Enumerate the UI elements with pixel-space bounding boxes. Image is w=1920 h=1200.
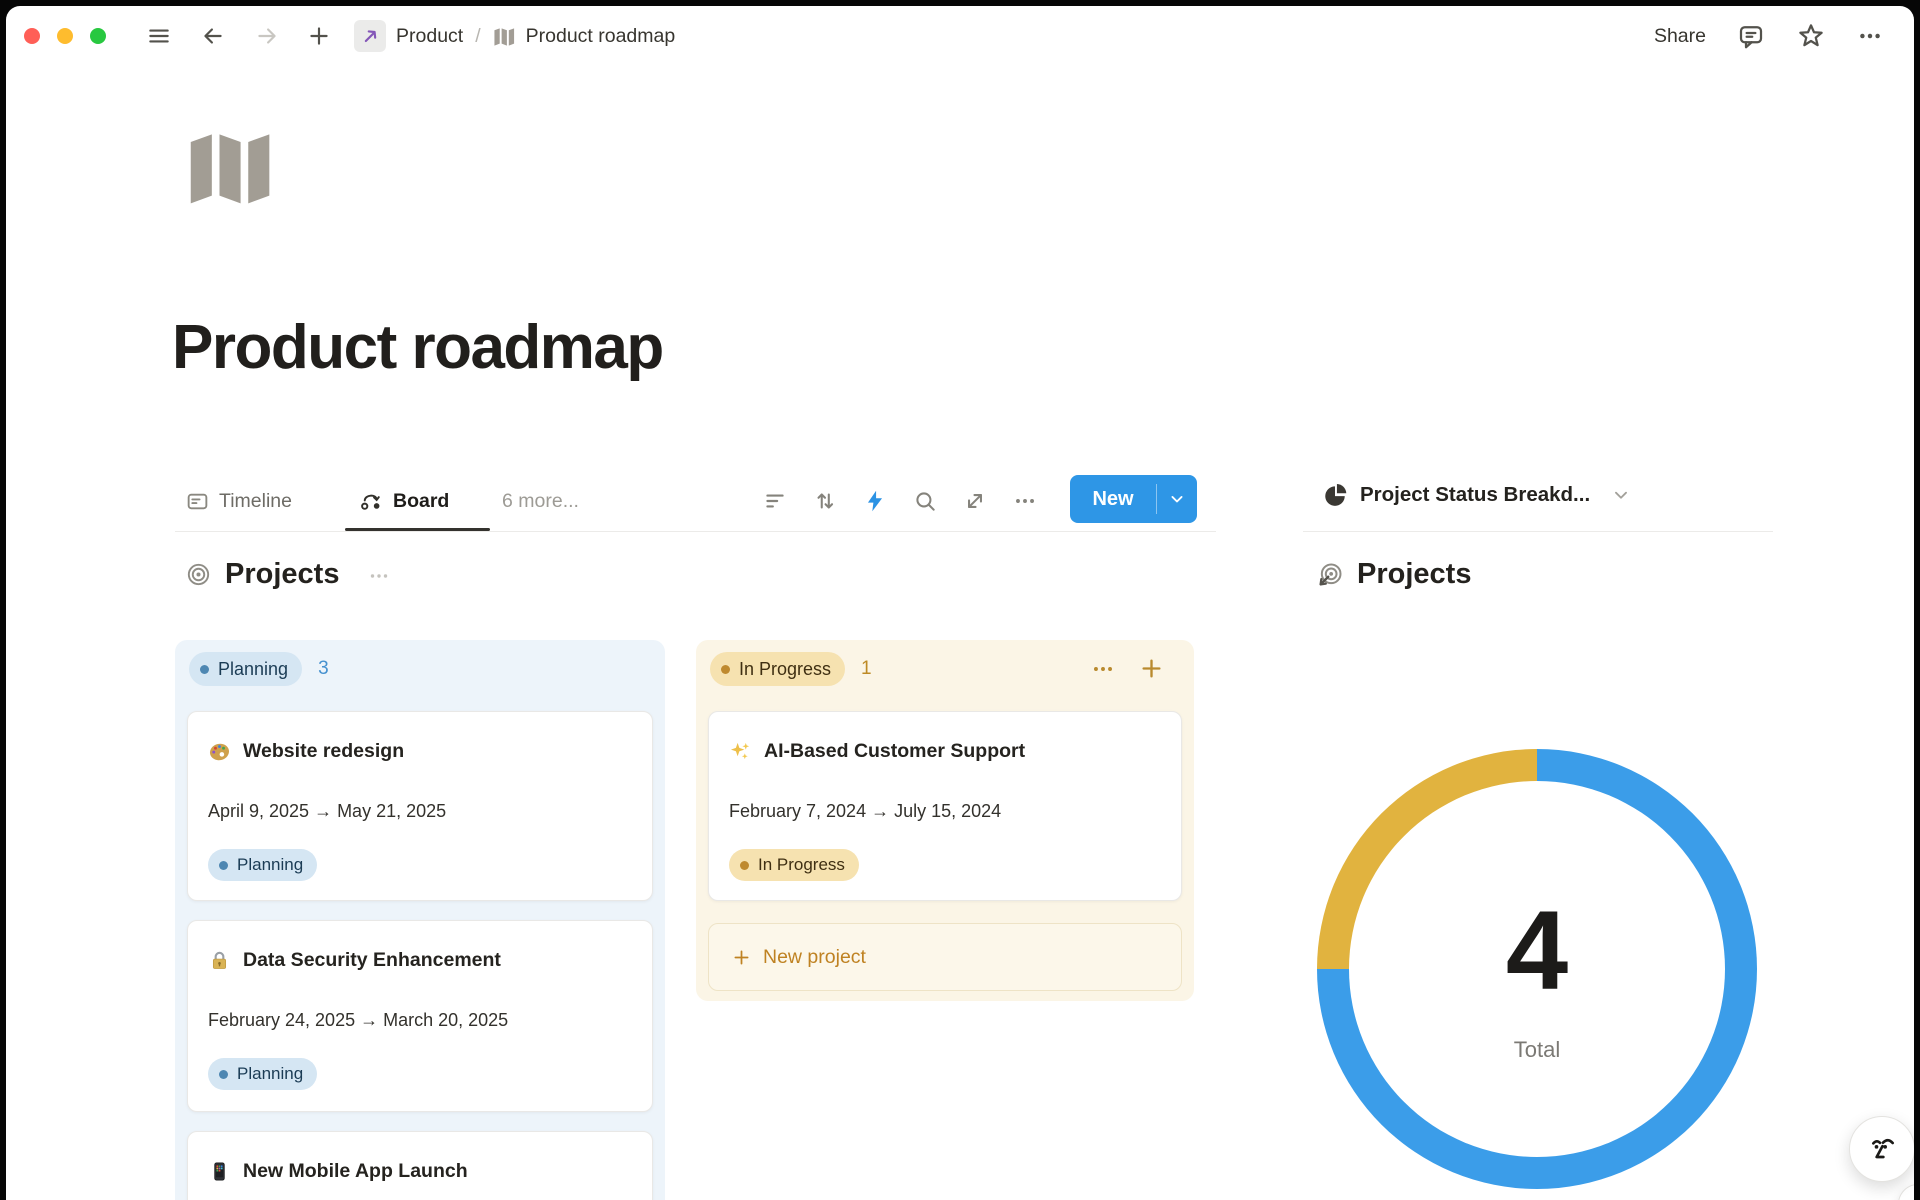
card-dates: April 9, 2025 → May 21, 2025	[208, 800, 632, 822]
card-mobile-app[interactable]: New Mobile App Launch May 1, 2025 → May …	[187, 1131, 653, 1200]
share-button[interactable]: Share	[1654, 25, 1706, 48]
new-button[interactable]: New	[1070, 475, 1197, 523]
pie-chart-icon	[1322, 482, 1348, 508]
tab-board[interactable]: Board	[358, 478, 449, 524]
card-title: AI-Based Customer Support	[764, 738, 1025, 764]
column-name: Planning	[218, 659, 288, 680]
side-panel-view-switcher[interactable]: Project Status Breakd...	[1322, 482, 1632, 508]
sort-icon[interactable]	[812, 488, 838, 514]
panel-section-title: Projects	[1357, 558, 1471, 591]
card-ai-support[interactable]: AI-Based Customer Support February 7, 20…	[708, 711, 1182, 901]
comment-icon[interactable]	[1736, 21, 1766, 51]
breadcrumb-workspace[interactable]: Product	[354, 20, 463, 52]
tab-timeline[interactable]: Timeline	[185, 478, 292, 524]
status-badge: Planning	[208, 849, 317, 881]
column-more-icon[interactable]	[1090, 656, 1116, 682]
column-add-icon[interactable]	[1138, 655, 1165, 682]
timeline-view-icon	[185, 489, 210, 514]
maximize-traffic-light[interactable]	[90, 28, 106, 44]
close-traffic-light[interactable]	[24, 28, 40, 44]
map-icon	[493, 25, 516, 47]
sidebar-menu-icon[interactable]	[146, 23, 172, 49]
linked-target-icon	[1316, 561, 1344, 589]
automation-bolt-icon[interactable]	[862, 488, 888, 514]
back-arrow-icon[interactable]	[200, 23, 226, 49]
section-more-icon[interactable]	[367, 563, 391, 587]
donut-total-value: 4	[1317, 895, 1757, 1007]
expand-icon[interactable]	[962, 488, 988, 514]
notion-ai-blob	[1898, 1184, 1914, 1200]
palette-icon	[208, 740, 231, 763]
column-count: 3	[318, 658, 329, 680]
card-title: Website redesign	[243, 738, 404, 764]
lock-icon	[208, 949, 231, 972]
divider	[175, 531, 1216, 532]
filter-icon[interactable]	[762, 488, 788, 514]
page-title[interactable]: Product roadmap	[172, 312, 663, 383]
page-icon-map[interactable]	[185, 122, 277, 213]
board-view-icon	[358, 488, 384, 514]
breadcrumb-page[interactable]: Product roadmap	[493, 25, 676, 48]
card-title: New Mobile App Launch	[243, 1158, 468, 1184]
divider	[1303, 531, 1773, 532]
status-dot	[200, 665, 209, 674]
board-section-title: Projects	[225, 558, 339, 591]
column-count: 1	[861, 658, 872, 680]
side-panel-view-title: Project Status Breakd...	[1360, 483, 1590, 507]
workspace-logo-icon	[354, 20, 386, 52]
breadcrumb-separator: /	[475, 25, 480, 48]
breadcrumb-page-label: Product roadmap	[526, 25, 676, 48]
card-title: Data Security Enhancement	[243, 947, 501, 973]
card-data-security[interactable]: Data Security Enhancement February 24, 2…	[187, 920, 653, 1112]
card-website-redesign[interactable]: Website redesign April 9, 2025 → May 21,…	[187, 711, 653, 901]
column-planning-header[interactable]: Planning 3	[189, 652, 329, 686]
new-project-button[interactable]: New project	[708, 923, 1182, 991]
tab-more-views[interactable]: 6 more...	[502, 478, 579, 524]
column-name: In Progress	[739, 659, 831, 680]
notion-ai-face-icon	[1862, 1129, 1902, 1169]
plus-icon	[731, 947, 752, 968]
new-button-label: New	[1070, 488, 1156, 511]
search-icon[interactable]	[912, 488, 938, 514]
donut-total-label: Total	[1317, 1037, 1757, 1063]
status-donut-chart[interactable]: 4 Total	[1317, 749, 1757, 1189]
card-dates: February 7, 2024 → July 15, 2024	[729, 800, 1161, 822]
mobile-phone-icon	[208, 1160, 231, 1183]
star-icon[interactable]	[1796, 21, 1826, 51]
sparkles-icon	[729, 740, 752, 763]
view-more-icon[interactable]	[1012, 488, 1038, 514]
status-dot	[721, 665, 730, 674]
notion-window: Product / Product roadmap Share	[6, 6, 1914, 1200]
column-in-progress-header[interactable]: In Progress 1	[710, 652, 872, 686]
chevron-down-icon	[1610, 484, 1632, 506]
status-badge: Planning	[208, 1058, 317, 1090]
notion-ai-face-button[interactable]	[1849, 1116, 1914, 1182]
more-icon[interactable]	[1856, 22, 1884, 50]
new-button-dropdown[interactable]	[1157, 489, 1197, 509]
card-dates: February 24, 2025 → March 20, 2025	[208, 1009, 632, 1031]
new-tab-plus-icon[interactable]	[306, 23, 332, 49]
breadcrumb-workspace-label: Product	[396, 25, 463, 48]
target-icon	[185, 561, 212, 588]
forward-arrow-icon[interactable]	[254, 23, 280, 49]
status-badge: In Progress	[729, 849, 859, 881]
minimize-traffic-light[interactable]	[57, 28, 73, 44]
